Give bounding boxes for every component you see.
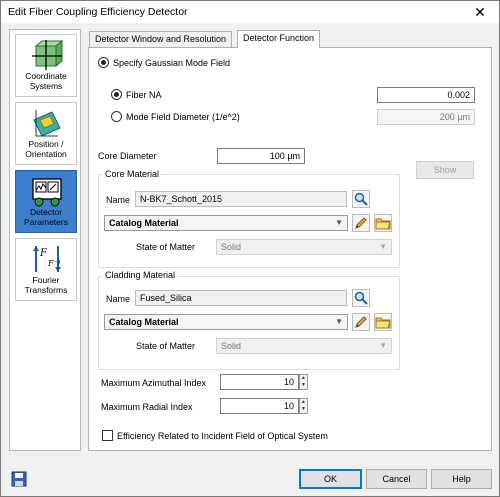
cladding-state-label: State of Matter bbox=[136, 341, 196, 351]
core-open-button[interactable] bbox=[374, 214, 392, 232]
sidebar-label-line2: Parameters bbox=[24, 217, 68, 227]
folder-icon bbox=[375, 218, 391, 230]
core-state-value: Solid bbox=[221, 242, 242, 252]
cladding-search-button[interactable] bbox=[352, 289, 370, 307]
core-state-label: State of Matter bbox=[136, 242, 196, 252]
core-material-title: Core Material bbox=[103, 169, 162, 179]
mode-field-diameter-radio[interactable] bbox=[111, 111, 122, 122]
sidebar-item-coordinate-systems[interactable]: Coordinate Systems bbox=[15, 34, 77, 97]
cladding-state-dropdown[interactable]: Solid ▼ bbox=[216, 338, 392, 354]
spin-up-icon[interactable]: ▲ bbox=[300, 399, 307, 406]
gaussian-mode-radio[interactable] bbox=[98, 57, 109, 68]
cladding-name-input[interactable]: Fused_Silica bbox=[135, 290, 347, 306]
floppy-disk-icon bbox=[11, 471, 27, 487]
tab-detector-window-resolution[interactable]: Detector Window and Resolution bbox=[89, 31, 233, 47]
core-diameter-label: Core Diameter bbox=[98, 151, 157, 161]
cladding-open-button[interactable] bbox=[374, 313, 392, 331]
chevron-down-icon: ▼ bbox=[335, 218, 343, 227]
core-catalog-dropdown[interactable]: Catalog Material ▼ bbox=[104, 215, 348, 231]
position-orientation-icon bbox=[33, 110, 61, 137]
core-name-label: Name bbox=[106, 195, 131, 205]
chevron-down-icon: ▼ bbox=[379, 341, 387, 350]
radial-index-spinner[interactable]: ▲ ▼ bbox=[299, 398, 308, 414]
cladding-state-value: Solid bbox=[221, 341, 242, 351]
sidebar-label-line1: Detector bbox=[29, 207, 63, 217]
cladding-catalog-value: Catalog Material bbox=[109, 317, 179, 327]
sidebar-label-line1: Coordinate bbox=[25, 71, 67, 81]
detector-parameters-icon bbox=[32, 178, 62, 207]
chevron-down-icon: ▼ bbox=[335, 317, 343, 326]
magnifier-icon bbox=[354, 192, 368, 206]
efficiency-checkbox-label: Efficiency Related to Incident Field of … bbox=[117, 431, 328, 441]
title-bar: Edit Fiber Coupling Efficiency Detector … bbox=[1, 1, 499, 23]
sidebar-label-line1: Fourier bbox=[32, 275, 60, 285]
help-button[interactable]: Help bbox=[431, 469, 492, 489]
cladding-catalog-dropdown[interactable]: Catalog Material ▼ bbox=[104, 314, 348, 330]
efficiency-checkbox[interactable] bbox=[102, 430, 113, 441]
sidebar-item-detector-parameters[interactable]: Detector Parameters bbox=[15, 170, 77, 233]
ok-button[interactable]: OK bbox=[299, 469, 362, 489]
core-search-button[interactable] bbox=[352, 190, 370, 208]
fiber-na-radio[interactable] bbox=[111, 89, 122, 100]
mode-field-diameter-label: Mode Field Diameter (1/e^2) bbox=[126, 112, 240, 122]
fiber-na-label: Fiber NA bbox=[126, 90, 162, 100]
pencil-icon bbox=[355, 217, 367, 229]
sidebar-label-line2: Transforms bbox=[24, 285, 68, 295]
save-button[interactable] bbox=[11, 471, 27, 487]
core-edit-button[interactable] bbox=[352, 214, 370, 232]
dialog-window: Edit Fiber Coupling Efficiency Detector … bbox=[0, 0, 500, 497]
core-name-input[interactable]: N-BK7_Schott_2015 bbox=[135, 191, 347, 207]
chevron-down-icon: ▼ bbox=[379, 242, 387, 251]
spin-down-icon[interactable]: ▼ bbox=[300, 382, 307, 389]
close-icon[interactable]: ✕ bbox=[467, 2, 493, 22]
sidebar-label-line1: Position / bbox=[28, 139, 64, 149]
show-button[interactable]: Show bbox=[416, 161, 474, 179]
azimuthal-index-label: Maximum Azimuthal Index bbox=[101, 378, 207, 388]
spin-down-icon[interactable]: ▼ bbox=[300, 406, 307, 413]
window-title: Edit Fiber Coupling Efficiency Detector bbox=[8, 6, 188, 18]
pencil-icon bbox=[355, 316, 367, 328]
tab-detector-function[interactable]: Detector Function bbox=[237, 30, 321, 48]
cladding-edit-button[interactable] bbox=[352, 313, 370, 331]
core-catalog-value: Catalog Material bbox=[109, 218, 179, 228]
sidebar-label-line2: Systems bbox=[29, 81, 63, 91]
cancel-button[interactable]: Cancel bbox=[366, 469, 427, 489]
detector-function-panel: Specify Gaussian Mode Field Fiber NA 0.0… bbox=[88, 47, 492, 451]
sidebar-label-line2: Orientation bbox=[25, 149, 67, 159]
svg-text:F: F bbox=[39, 248, 48, 259]
cladding-name-label: Name bbox=[106, 294, 131, 304]
mode-field-diameter-input[interactable]: 200 µm bbox=[377, 109, 475, 125]
cladding-material-title: Cladding Material bbox=[103, 270, 178, 280]
fourier-transforms-icon: F F⁻¹ bbox=[33, 246, 61, 272]
core-diameter-input[interactable]: 100 µm bbox=[217, 148, 305, 164]
category-sidebar: Coordinate Systems Position / Orientatio… bbox=[9, 29, 81, 451]
gaussian-mode-label: Specify Gaussian Mode Field bbox=[113, 58, 231, 68]
coordinate-systems-icon bbox=[32, 39, 64, 70]
radial-index-input[interactable]: 10 bbox=[220, 398, 299, 414]
magnifier-icon bbox=[354, 291, 368, 305]
radial-index-label: Maximum Radial Index bbox=[101, 402, 193, 412]
svg-text:F⁻¹: F⁻¹ bbox=[47, 259, 61, 268]
sidebar-item-fourier-transforms[interactable]: F F⁻¹ Fourier Transforms bbox=[15, 238, 77, 301]
azimuthal-index-spinner[interactable]: ▲ ▼ bbox=[299, 374, 308, 390]
sidebar-item-position-orientation[interactable]: Position / Orientation bbox=[15, 102, 77, 165]
folder-icon bbox=[375, 317, 391, 329]
fiber-na-input[interactable]: 0.002 bbox=[377, 87, 475, 103]
spin-up-icon[interactable]: ▲ bbox=[300, 375, 307, 382]
core-state-dropdown[interactable]: Solid ▼ bbox=[216, 239, 392, 255]
azimuthal-index-input[interactable]: 10 bbox=[220, 374, 299, 390]
